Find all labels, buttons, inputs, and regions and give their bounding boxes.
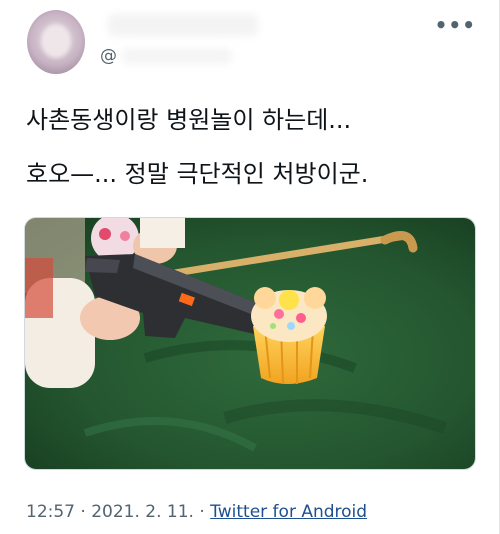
more-options-icon[interactable]: •••	[435, 15, 476, 35]
tweet-source-link[interactable]: Twitter for Android	[210, 502, 367, 522]
avatar-image	[41, 24, 71, 58]
tweet-text-line-2: 호오—... 정말 극단적인 처방이군.	[26, 160, 369, 188]
tweet-date[interactable]: 2021. 2. 11.	[91, 502, 194, 522]
photo-illustration	[25, 218, 475, 469]
avatar[interactable]	[27, 10, 85, 74]
display-name-blurred[interactable]	[108, 14, 258, 36]
tweet-metadata: 12:57 · 2021. 2. 11. · Twitter for Andro…	[26, 502, 367, 522]
handle-blurred	[122, 48, 232, 64]
tweet-card: @ ••• 사촌동생이랑 병원놀이 하는데... 호오—... 정말 극단적인 …	[0, 0, 500, 534]
meta-separator: ·	[75, 502, 92, 522]
user-handle[interactable]: @	[100, 46, 117, 66]
tweet-time[interactable]: 12:57	[26, 502, 75, 522]
tweet-text-line-1: 사촌동생이랑 병원놀이 하는데...	[26, 106, 352, 134]
cupcake-toy	[251, 287, 327, 385]
tweet-photo[interactable]	[24, 217, 476, 470]
meta-separator-2: ·	[193, 502, 211, 522]
